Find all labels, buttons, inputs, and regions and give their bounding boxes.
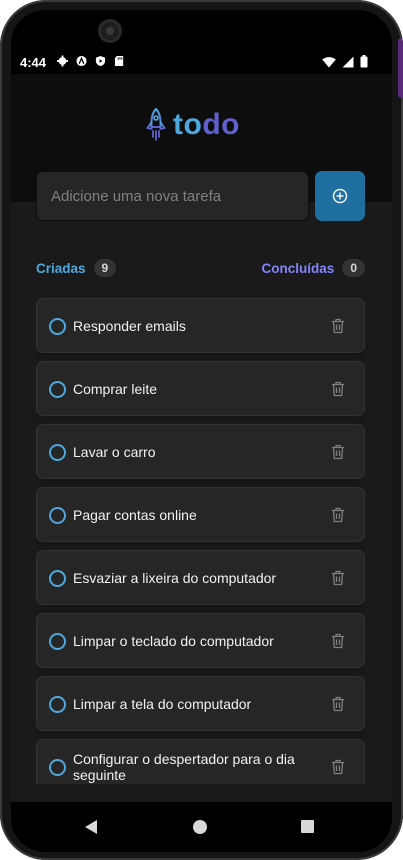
task-checkbox[interactable] xyxy=(49,695,66,713)
front-camera xyxy=(101,22,119,40)
task-text: Configurar o despertador para o dia segu… xyxy=(73,750,295,783)
power-button xyxy=(398,38,403,98)
task-item: Esvaziar a lixeira do computador xyxy=(36,550,365,605)
task-checkbox[interactable] xyxy=(49,632,66,650)
status-time: 4:44 xyxy=(20,55,47,70)
trash-icon[interactable] xyxy=(331,444,345,460)
task-checkbox[interactable] xyxy=(49,443,66,461)
trash-icon[interactable] xyxy=(331,696,345,712)
trash-icon[interactable] xyxy=(331,507,345,523)
shield-play-icon xyxy=(95,55,106,67)
sd-card-icon xyxy=(114,55,124,67)
back-icon[interactable] xyxy=(84,819,98,835)
phone-frame: 4:44 todo Adicione uma nova tarefa Criad… xyxy=(0,0,403,860)
task-checkbox[interactable] xyxy=(49,569,66,587)
task-item: Limpar a tela do computador xyxy=(36,676,365,731)
task-checkbox[interactable] xyxy=(49,506,66,524)
done-counter: Concluídas 0 xyxy=(262,259,365,277)
task-text: Limpar o teclado do computador xyxy=(73,632,274,649)
task-content: Criadas 9 Concluídas 0 Responder emails … xyxy=(11,171,392,802)
task-text: Responder emails xyxy=(73,317,186,334)
task-text: Pagar contas online xyxy=(73,506,197,523)
home-icon[interactable] xyxy=(193,820,207,834)
done-label: Concluídas xyxy=(261,260,335,276)
trash-icon[interactable] xyxy=(331,381,345,397)
task-checkbox[interactable] xyxy=(49,317,66,335)
task-item: Limpar o teclado do computador xyxy=(36,613,365,668)
logo-text-do: do xyxy=(202,108,240,141)
status-system-icons xyxy=(322,55,368,68)
logo-text-to: to xyxy=(173,108,203,141)
rocket-icon xyxy=(146,108,166,141)
task-item: Pagar contas online xyxy=(36,487,365,542)
created-counter: Criadas 9 xyxy=(36,259,117,277)
task-item: Responder emails xyxy=(36,298,365,353)
task-item: Lavar o carro xyxy=(36,424,365,479)
logo-text: todo xyxy=(173,108,240,142)
battery-icon xyxy=(360,55,368,68)
settings-icon xyxy=(57,55,68,67)
recents-icon[interactable] xyxy=(301,820,314,833)
task-checkbox[interactable] xyxy=(49,380,66,398)
trash-icon[interactable] xyxy=(331,633,345,649)
status-bar: 4:44 xyxy=(11,52,392,74)
trash-icon[interactable] xyxy=(331,570,345,586)
created-label: Criadas xyxy=(36,260,86,276)
screen: 4:44 todo Adicione uma nova tarefa Criad… xyxy=(11,10,392,852)
a-icon xyxy=(76,55,87,67)
task-checkbox[interactable] xyxy=(49,758,66,776)
app-logo: todo xyxy=(145,108,240,142)
done-count-badge: 0 xyxy=(342,259,365,277)
cell-signal-icon xyxy=(342,56,354,67)
add-task-button[interactable] xyxy=(315,171,365,221)
task-item: Configurar o despertador para o dia segu… xyxy=(36,739,365,784)
task-text: Limpar a tela do computador xyxy=(73,695,252,712)
system-nav-bar xyxy=(11,802,392,852)
task-text: Lavar o carro xyxy=(73,443,156,460)
new-task-form xyxy=(36,171,365,223)
task-text: Comprar leite xyxy=(73,380,158,397)
trash-icon[interactable] xyxy=(331,318,345,334)
task-list: Responder emails Comprar leite Lavar o c… xyxy=(36,298,365,784)
created-count-badge: 9 xyxy=(93,259,117,277)
plus-circle-icon xyxy=(332,188,348,204)
task-counters: Criadas 9 Concluídas 0 xyxy=(36,259,365,281)
task-item: Comprar leite xyxy=(36,361,365,416)
wifi-icon xyxy=(322,56,336,67)
task-text: Esvaziar a lixeira do computador xyxy=(73,569,277,586)
trash-icon[interactable] xyxy=(331,759,345,775)
status-notification-icons xyxy=(57,55,125,67)
new-task-input[interactable] xyxy=(36,171,309,221)
